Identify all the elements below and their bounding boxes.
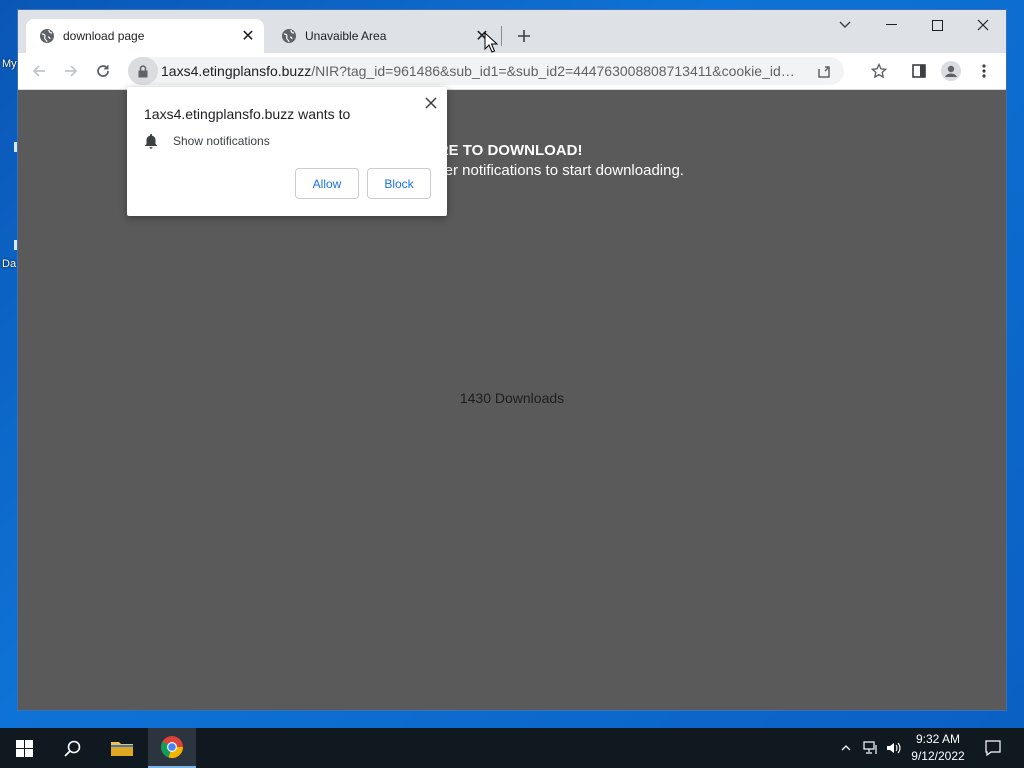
clock-time: 9:32 AM (915, 732, 961, 746)
globe-icon (39, 28, 55, 44)
allow-button[interactable]: Allow (295, 168, 359, 199)
tab-title: Unavaible Area (305, 29, 387, 43)
menu-kebab-icon[interactable] (973, 60, 995, 82)
mouse-cursor-icon (484, 31, 499, 54)
reload-button[interactable] (90, 58, 116, 84)
desktop-icon-label-da[interactable]: Da (2, 258, 16, 270)
globe-icon (281, 28, 297, 44)
start-button[interactable] (0, 728, 48, 768)
bookmark-star-icon[interactable] (868, 60, 890, 82)
url-path: /NIR?tag_id=961486&sub_id1=&sub_id2=4447… (311, 63, 797, 79)
new-tab-button[interactable] (512, 24, 536, 48)
clock-date: 9/12/2022 (911, 749, 965, 763)
tab-search-button[interactable] (822, 10, 868, 40)
chrome-taskbar-button[interactable] (148, 728, 196, 768)
search-button[interactable] (48, 728, 96, 768)
page-subline: owser notifications to start downloading… (418, 162, 684, 179)
block-button[interactable]: Block (367, 168, 431, 199)
notification-permission-popup: 1axs4.etingplansfo.buzz wants to Show no… (127, 87, 447, 216)
side-panel-icon[interactable] (908, 60, 930, 82)
maximize-button[interactable] (914, 10, 960, 40)
tab-strip: download page ✕ Unavaible Area ✕ (18, 10, 1006, 53)
share-icon[interactable] (814, 60, 836, 82)
browser-toolbar: 1axs4.etingplansfo.buzz/NIR?tag_id=96148… (18, 53, 1006, 90)
forward-button[interactable] (58, 58, 84, 84)
desktop-icon-label-my[interactable]: My (2, 58, 17, 70)
close-icon[interactable] (421, 93, 441, 113)
tab-title: download page (63, 29, 145, 43)
bell-icon (144, 133, 160, 149)
url-host: 1axs4.etingplansfo.buzz (161, 63, 312, 79)
file-explorer-button[interactable] (98, 728, 146, 768)
system-clock[interactable]: 9:32 AM 9/12/2022 (900, 731, 976, 765)
popup-title: 1axs4.etingplansfo.buzz wants to (144, 106, 351, 122)
close-window-button[interactable] (960, 10, 1006, 40)
chevron-up-icon[interactable] (836, 728, 856, 768)
downloads-count: 1430 Downloads (459, 390, 565, 406)
tab-unavaible-area[interactable]: Unavaible Area ✕ (268, 19, 498, 53)
tab-separator (501, 26, 502, 46)
minimize-button[interactable] (868, 10, 914, 40)
close-tab-icon[interactable]: ✕ (238, 26, 258, 46)
url-text[interactable]: 1axs4.etingplansfo.buzz/NIR?tag_id=96148… (161, 63, 797, 79)
network-icon[interactable] (860, 728, 882, 768)
permission-label: Show notifications (173, 134, 270, 148)
tab-download-page[interactable]: download page ✕ (26, 19, 264, 53)
notification-center-icon[interactable] (978, 728, 1008, 768)
taskbar: 9:32 AM 9/12/2022 (0, 728, 1024, 768)
lock-icon[interactable] (128, 57, 158, 85)
back-button[interactable] (26, 58, 52, 84)
address-bar[interactable]: 1axs4.etingplansfo.buzz/NIR?tag_id=96148… (128, 57, 844, 85)
profile-avatar-icon[interactable] (940, 60, 962, 82)
